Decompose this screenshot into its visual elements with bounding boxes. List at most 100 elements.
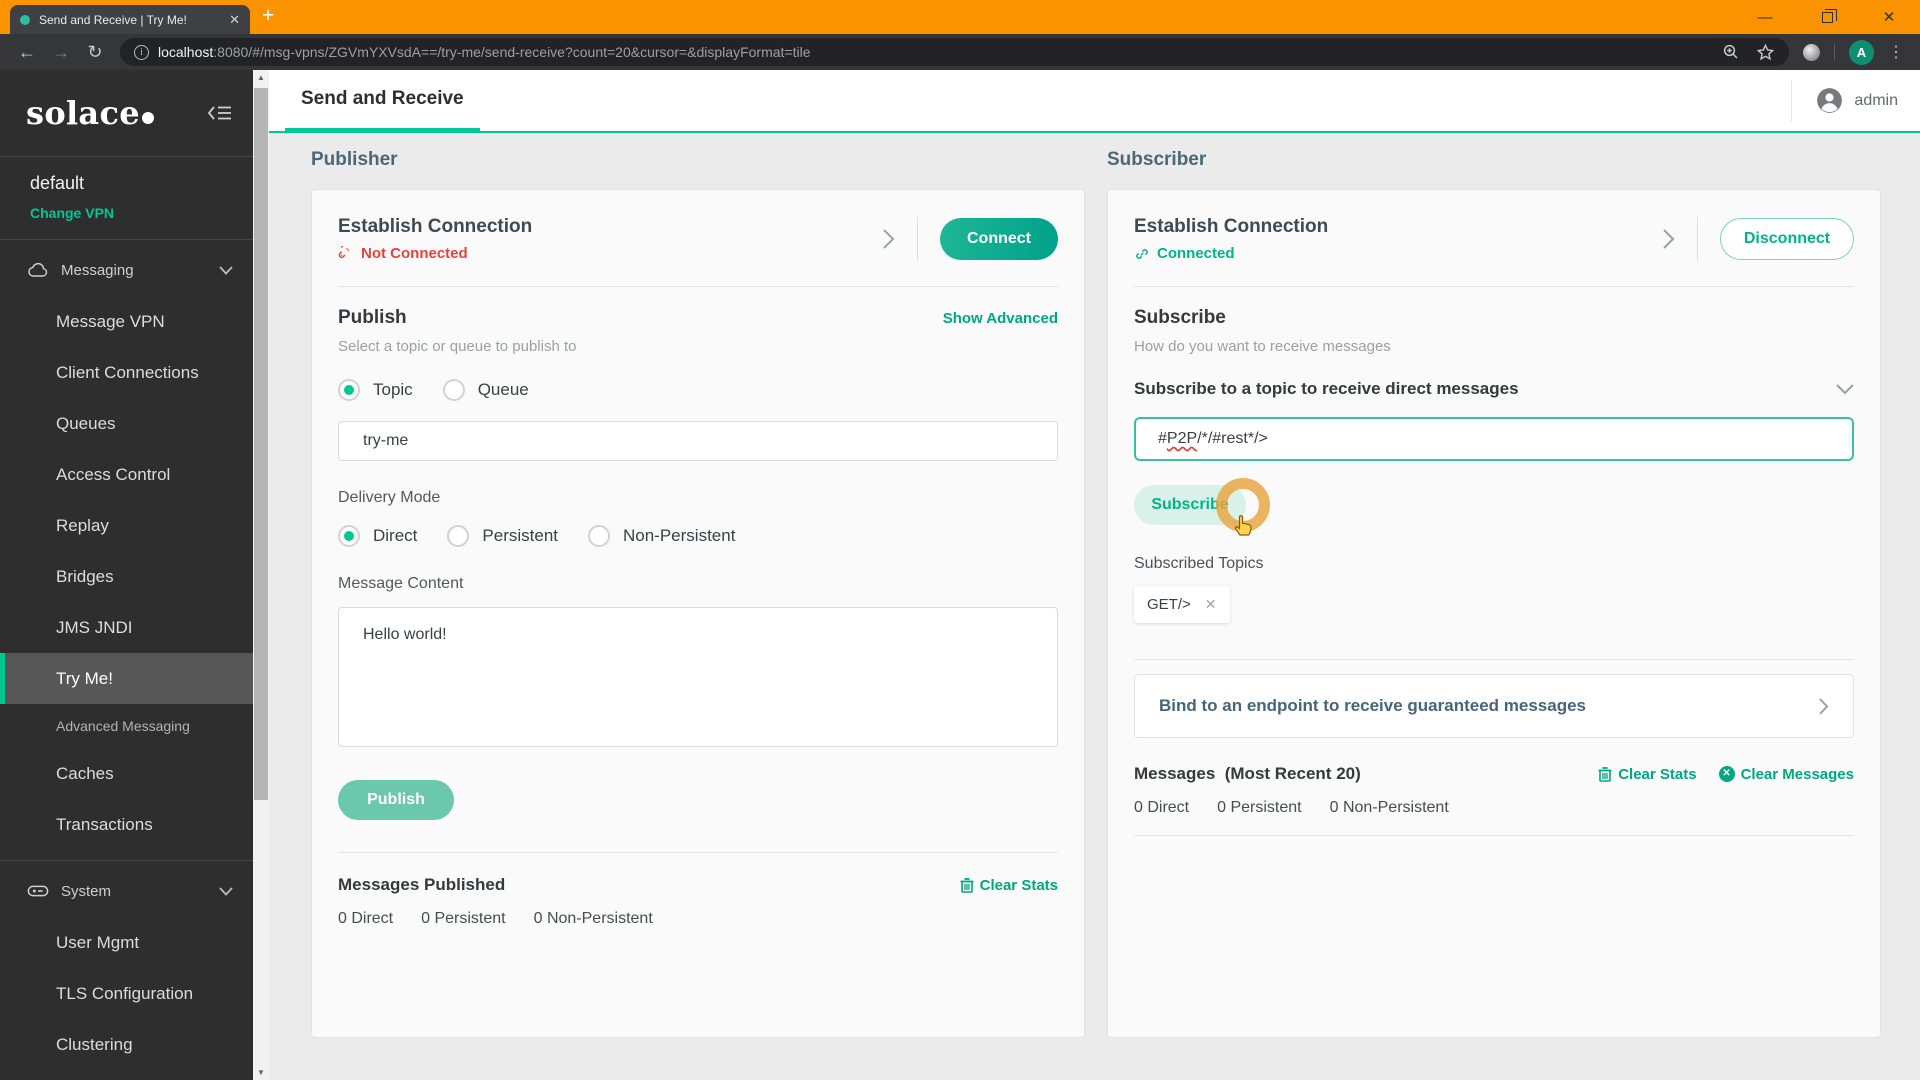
publish-topic-input[interactable]	[338, 421, 1058, 461]
chevron-right-icon[interactable]	[882, 228, 895, 250]
clear-circle-icon: ✕	[1718, 766, 1735, 782]
publish-button[interactable]: Publish	[338, 780, 454, 820]
sidebar-item-tls-configuration[interactable]: TLS Configuration	[0, 968, 253, 1019]
destination-radio-group: Topic Queue	[338, 379, 1058, 401]
sidebar-item-message-vpn[interactable]: Message VPN	[0, 296, 253, 347]
disconnect-button[interactable]: Disconnect	[1720, 218, 1854, 260]
radio-persistent[interactable]: Persistent	[447, 525, 558, 547]
reload-icon[interactable]: ↻	[78, 42, 112, 63]
radio-topic[interactable]: Topic	[338, 379, 413, 401]
new-tab-icon[interactable]: +	[262, 4, 274, 28]
bind-endpoint-card[interactable]: Bind to an endpoint to receive guarantee…	[1134, 674, 1854, 738]
tab-send-and-receive[interactable]: Send and Receive	[285, 70, 480, 133]
chevron-down-icon[interactable]	[1836, 383, 1854, 395]
toolbar-divider	[1834, 43, 1835, 61]
remove-topic-icon[interactable]: ✕	[1205, 596, 1217, 613]
extension-icon[interactable]	[1803, 43, 1820, 61]
delivery-mode-label: Delivery Mode	[338, 489, 441, 506]
messages-title: Messages (Most Recent 20)	[1134, 764, 1361, 783]
chevron-right-icon[interactable]	[1662, 228, 1675, 250]
establish-connection-title: Establish Connection	[1134, 216, 1329, 237]
system-icon	[27, 885, 49, 897]
subscriber-connection-row: Establish Connection Connected Disconnec…	[1134, 216, 1854, 262]
publisher-connection-row: Establish Connection Not Connected Conne…	[338, 216, 1058, 262]
sidebar-item-try-me[interactable]: Try Me!	[0, 653, 253, 704]
vpn-block: default Change VPN	[0, 157, 253, 240]
sidebar-item-clustering[interactable]: Clustering	[0, 1019, 253, 1070]
clear-messages-link[interactable]: ✕ Clear Messages	[1718, 766, 1854, 783]
scroll-up-icon[interactable]: ▲	[253, 73, 269, 82]
restore-icon[interactable]	[1796, 9, 1858, 26]
clear-stats-link[interactable]: Clear Stats	[1598, 766, 1697, 783]
zoom-icon[interactable]	[1722, 43, 1740, 61]
sidebar-item-queues[interactable]: Queues	[0, 398, 253, 449]
radio-topic-control[interactable]	[338, 379, 360, 401]
show-advanced-link[interactable]: Show Advanced	[943, 310, 1058, 327]
divider	[1134, 659, 1854, 660]
radio-persistent-control[interactable]	[447, 525, 470, 547]
sidebar-logo-row: solace	[0, 70, 253, 157]
sidebar-section-messaging[interactable]: Messaging	[0, 244, 253, 296]
publisher-stats-row: 0 Direct 0 Persistent 0 Non-Persistent	[338, 910, 1058, 928]
sidebar-item-bridges[interactable]: Bridges	[0, 551, 253, 602]
window-controls: — ✕	[1734, 0, 1920, 34]
subscribe-mode-row[interactable]: Subscribe to a topic to receive direct m…	[1134, 379, 1854, 399]
radio-non-persistent-control[interactable]	[588, 525, 610, 547]
forward-icon[interactable]: →	[44, 42, 78, 63]
username: admin	[1854, 91, 1898, 109]
sidebar-item-client-connections[interactable]: Client Connections	[0, 347, 253, 398]
scrollbar-thumb[interactable]	[254, 88, 268, 800]
radio-queue-control[interactable]	[442, 379, 465, 401]
sidebar-item-access-control[interactable]: Access Control	[0, 449, 253, 500]
browser-menu-icon[interactable]: ⋮	[1888, 42, 1904, 62]
subscriber-heading: Subscriber	[1107, 149, 1207, 170]
message-content-textarea[interactable]: Hello world!	[338, 607, 1058, 747]
publish-title: Publish	[338, 307, 407, 328]
tab-favicon	[20, 14, 30, 25]
sidebar-item-advanced-messaging[interactable]: Advanced Messaging	[0, 704, 253, 748]
url-text[interactable]: localhost:8080/#/msg-vpns/ZGVmYXVsdA==/t…	[158, 44, 1713, 60]
browser-tab[interactable]: Send and Receive | Try Me! ✕	[10, 5, 250, 34]
sidebar-item-caches[interactable]: Caches	[0, 748, 253, 799]
vertical-divider	[1697, 217, 1698, 261]
sidebar-item-transactions[interactable]: Transactions	[0, 799, 253, 850]
bookmark-star-icon[interactable]	[1756, 43, 1775, 62]
subscribe-topic-input[interactable]: #P2P/*/#rest*/>	[1134, 417, 1854, 461]
sidebar-item-replay[interactable]: Replay	[0, 500, 253, 551]
link-icon	[1136, 248, 1148, 259]
url-bar[interactable]: i localhost:8080/#/msg-vpns/ZGVmYXVsdA==…	[120, 38, 1789, 66]
radio-direct[interactable]: Direct	[338, 525, 417, 547]
browser-profile-avatar[interactable]: A	[1849, 39, 1874, 65]
sidebar-item-user-mgmt[interactable]: User Mgmt	[0, 917, 253, 968]
scroll-down-icon[interactable]: ▼	[253, 1068, 269, 1077]
user-menu[interactable]: admin	[1816, 87, 1898, 114]
browser-titlebar: Send and Receive | Try Me! ✕ + — ✕	[0, 0, 1920, 34]
trash-icon	[1598, 767, 1612, 782]
tab-close-icon[interactable]: ✕	[229, 12, 240, 28]
divider	[338, 852, 1058, 853]
chevron-down-icon	[219, 265, 233, 275]
publisher-heading: Publisher	[311, 149, 398, 170]
minimize-icon[interactable]: —	[1734, 9, 1796, 26]
sidebar-item-jms-jndi[interactable]: JMS JNDI	[0, 602, 253, 653]
sidebar-section-system[interactable]: System	[0, 865, 253, 917]
subscribe-button[interactable]: Subscribe	[1134, 485, 1246, 525]
vertical-divider	[917, 217, 918, 261]
collapse-sidebar-icon[interactable]	[207, 103, 233, 123]
change-vpn-link[interactable]: Change VPN	[30, 205, 253, 221]
site-info-icon[interactable]: i	[134, 44, 149, 60]
close-icon[interactable]: ✕	[1858, 8, 1920, 26]
connect-button[interactable]: Connect	[940, 218, 1058, 260]
clear-stats-link[interactable]: Clear Stats	[960, 877, 1058, 894]
back-icon[interactable]: ←	[10, 42, 44, 63]
radio-queue[interactable]: Queue	[442, 379, 529, 401]
chevron-down-icon	[219, 886, 233, 896]
radio-direct-control[interactable]	[338, 525, 360, 547]
radio-non-persistent[interactable]: Non-Persistent	[588, 525, 735, 547]
divider	[1134, 835, 1854, 836]
content: Publisher Subscriber Establish Connectio…	[269, 133, 1920, 1080]
header-divider	[1791, 79, 1793, 122]
sidebar-scrollbar[interactable]: ▲ ▼	[253, 70, 269, 1080]
browser-toolbar-right: A ⋮	[1797, 39, 1910, 65]
stat-non-persistent: 0 Non-Persistent	[1329, 799, 1449, 816]
